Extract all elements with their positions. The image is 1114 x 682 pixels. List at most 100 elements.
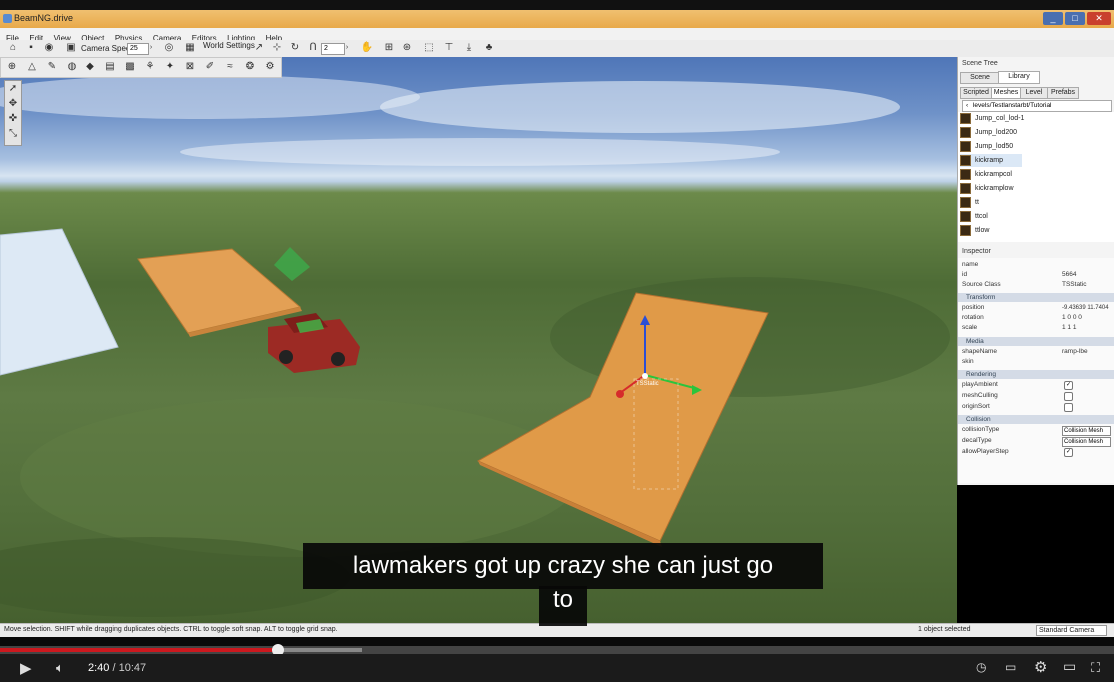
terrain-painter-icon[interactable]: ✎ [45, 60, 59, 74]
shape-editor-icon[interactable]: ⚙ [263, 60, 277, 74]
duration: 10:47 [118, 662, 147, 674]
field-position[interactable]: position -9.43639 11.7404 [962, 303, 1112, 313]
rotate-snap-icon[interactable]: ↻ [288, 41, 302, 55]
decal-type-dropdown[interactable]: Collision Mesh [1062, 437, 1111, 447]
snap-icon[interactable]: ↗ [252, 41, 266, 55]
captions-icon[interactable]: ▭ [1005, 660, 1016, 674]
fullscreen-icon[interactable]: ⛶ [1091, 660, 1100, 676]
chevron-right-icon[interactable]: › [342, 41, 352, 55]
road-editor-icon[interactable]: ✐ [203, 60, 217, 74]
mesh-icon [960, 168, 971, 180]
section-collision[interactable]: Collision [958, 415, 1114, 424]
list-item[interactable]: kickramplow [960, 182, 1110, 195]
scale-gizmo-icon[interactable]: ⤡ [5, 126, 21, 141]
list-item[interactable]: Jump_lod50 [960, 140, 1110, 153]
list-item-selected[interactable]: kickramp [960, 154, 1022, 167]
minimize-icon[interactable]: _ [1043, 12, 1063, 25]
watch-later-icon[interactable]: ◷ [976, 660, 986, 674]
list-item[interactable]: kickrampcol [960, 168, 1110, 181]
mesh-list: Jump_col_lod-1 Jump_lod200 Jump_lod50 ki… [958, 112, 1114, 242]
drop-icon[interactable]: ⤓ [462, 41, 476, 55]
status-hint: Move selection. SHIFT while dragging dup… [4, 626, 338, 633]
3d-viewport[interactable]: TSStatic [0, 57, 957, 623]
object-center-icon[interactable]: ⊛ [400, 41, 414, 55]
tab-scripted[interactable]: Scripted [960, 87, 992, 99]
maximize-icon[interactable]: □ [1065, 12, 1085, 25]
list-item[interactable]: ttcol [960, 210, 1110, 223]
volume-icon[interactable]: 🔈︎ [56, 660, 64, 676]
eye-icon[interactable]: ◎ [162, 41, 176, 55]
play-icon[interactable]: ◉ [42, 41, 56, 55]
close-icon[interactable]: ✕ [1087, 12, 1111, 25]
pickup-truck [268, 313, 360, 373]
camera-mode-dropdown[interactable]: Standard Camera [1036, 625, 1108, 636]
world-settings-label[interactable]: World Settings [203, 41, 255, 50]
magnet-icon[interactable]: Ո [306, 41, 320, 55]
subtitle-line-2: to [539, 586, 587, 626]
time-display: 2:40 / 10:47 [88, 662, 146, 674]
list-item[interactable]: Jump_col_lod-1 [960, 112, 1110, 125]
bounds-icon[interactable]: ⊞ [382, 41, 396, 55]
scene-render [0, 75, 950, 617]
tab-library[interactable]: Library [998, 71, 1040, 84]
list-item[interactable]: tt [960, 196, 1110, 209]
sketch-tool-icon[interactable]: ◆ [83, 60, 97, 74]
terrain-editor-icon[interactable]: △ [25, 60, 39, 74]
hand-icon[interactable]: ✋ [360, 41, 374, 55]
terrain-icon[interactable]: ⊤ [442, 41, 456, 55]
list-item[interactable]: ttlow [960, 224, 1110, 237]
forest-icon[interactable]: ♣ [482, 41, 496, 55]
video-controls: ▶ 🔈︎ 2:40 / 10:47 ◷ ▭ ⚙ ▭ ⛶ [0, 654, 1114, 682]
checkbox-mesh-culling[interactable] [1064, 392, 1073, 401]
play-icon[interactable]: ▶ [20, 659, 32, 677]
decal-editor-icon[interactable]: ▩ [123, 60, 137, 74]
object-editor-icon[interactable]: ⊕ [5, 60, 19, 74]
field-shape-name[interactable]: shapeName ramp-lbe [962, 347, 1112, 357]
field-skin[interactable]: skin [962, 357, 1112, 367]
material-editor-icon[interactable]: ◍ [65, 60, 79, 74]
section-media[interactable]: Media [958, 337, 1114, 346]
select-arrow-icon[interactable]: ➚ [5, 81, 21, 96]
camera-view-icon[interactable]: ▦ [183, 41, 197, 55]
inspector-body: name id 5664 Source Class TSStatic Transfo… [958, 258, 1114, 483]
mesh-icon [960, 140, 971, 152]
field-scale[interactable]: scale 1 1 1 [962, 323, 1112, 333]
mesh-icon [960, 154, 971, 166]
tab-level[interactable]: Level [1020, 87, 1048, 99]
mesh-road-icon[interactable]: ✦ [163, 60, 177, 74]
select-box-icon[interactable]: ⬚ [422, 41, 436, 55]
back-arrow-icon[interactable]: ‹ [966, 102, 968, 109]
tab-meshes[interactable]: Meshes [991, 87, 1021, 99]
new-level-icon[interactable]: ⌂ [6, 41, 20, 55]
field-rotation[interactable]: rotation 1 0 0 0 [962, 313, 1112, 323]
collision-type-dropdown[interactable]: Collision Mesh [1062, 426, 1111, 436]
chevron-right-icon[interactable]: › [146, 41, 156, 55]
mission-area-icon[interactable]: ⊠ [183, 60, 197, 74]
library-path: levels/Testlanstarbt/Tutorial [972, 102, 1052, 109]
subtitle-line-1: lawmakers got up crazy she can just go [303, 543, 823, 589]
library-path-bar[interactable]: ‹ levels/Testlanstarbt/Tutorial [962, 100, 1112, 112]
main-toolbar: ⌂ ▪ ◉ ▣ Camera Speed 25 › ◎ ▦ World Sett… [0, 40, 1114, 58]
datablock-editor-icon[interactable]: ▤ [103, 60, 117, 74]
move-gizmo-icon[interactable]: ✥ [5, 96, 21, 111]
section-transform[interactable]: Transform [958, 293, 1114, 302]
tab-prefabs[interactable]: Prefabs [1047, 87, 1079, 99]
window-title: BeamNG.drive [14, 13, 74, 23]
save-icon[interactable]: ▪ [24, 41, 38, 55]
particle-editor-icon[interactable]: ❂ [243, 60, 257, 74]
video-progress-bar[interactable] [0, 644, 1114, 656]
river-editor-icon[interactable]: ≈ [223, 60, 237, 74]
tab-scene[interactable]: Scene [960, 72, 1000, 84]
list-item[interactable]: Jump_lod200 [960, 126, 1110, 139]
forest-editor-icon[interactable]: ⚘ [143, 60, 157, 74]
camera-icon[interactable]: ▣ [64, 41, 78, 55]
video-gap [0, 637, 1114, 646]
section-rendering[interactable]: Rendering [958, 370, 1114, 379]
rotate-gizmo-icon[interactable]: ✜ [5, 111, 21, 126]
checkbox-origin-sort[interactable] [1064, 403, 1073, 412]
theater-mode-icon[interactable]: ▭ [1063, 658, 1076, 675]
settings-gear-icon[interactable]: ⚙ [1034, 658, 1047, 676]
grid-snap-icon[interactable]: ⊹ [270, 41, 284, 55]
checkbox-play-ambient[interactable]: ✓ [1064, 381, 1073, 390]
checkbox-allow-player-step[interactable]: ✓ [1064, 448, 1073, 457]
